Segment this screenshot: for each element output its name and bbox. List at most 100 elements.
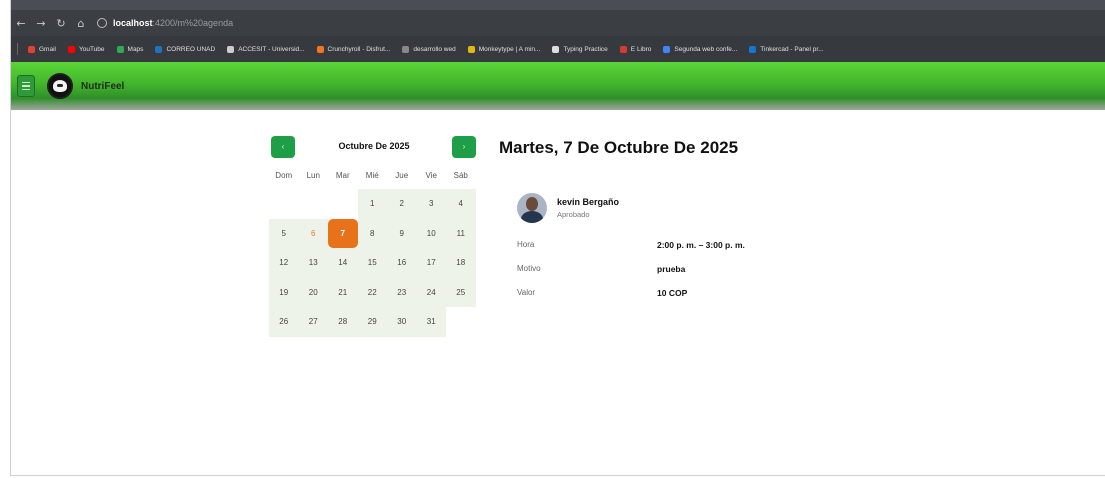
calendar-day[interactable]: 19 <box>269 277 299 307</box>
bookmark-item[interactable]: Segunda web confe... <box>663 45 738 53</box>
calendar-day[interactable]: 14 <box>328 248 358 278</box>
bookmark-label: YouTube <box>78 45 105 53</box>
bookmark-item[interactable]: Gmail <box>28 45 56 53</box>
weekday-label: Lun <box>306 171 320 180</box>
calendar-day[interactable]: 9 <box>387 218 417 248</box>
apps-icon[interactable] <box>17 43 18 55</box>
site-info-icon[interactable] <box>97 18 107 28</box>
month-title: Octubre De 2025 <box>338 141 410 151</box>
menu-button[interactable] <box>17 75 35 97</box>
back-icon[interactable]: ← <box>11 17 31 30</box>
weekday-label: Mié <box>365 171 379 180</box>
bookmark-favicon-icon <box>155 45 163 53</box>
motivo-row: Motivo prueba <box>517 264 685 274</box>
bookmark-favicon-icon <box>116 45 124 53</box>
prev-month-button[interactable]: ‹ <box>271 136 295 158</box>
bookmark-favicon-icon <box>619 45 627 53</box>
hora-label: Hora <box>517 240 535 249</box>
bookmark-favicon-icon <box>467 45 475 53</box>
bookmark-item[interactable]: Crunchyroll - Disfrut... <box>316 45 391 53</box>
appointment-card[interactable]: kevin Bergaño Aprobado <box>517 193 619 223</box>
bookmark-item[interactable]: ACCESIT - Universid... <box>227 45 305 53</box>
calendar-day[interactable]: 28 <box>328 307 358 337</box>
calendar-day[interactable]: 1 <box>357 189 387 219</box>
hora-row: Hora 2:00 p. m. – 3:00 p. m. <box>517 240 745 250</box>
bookmarks-bar: Gmail YouTube Maps CORREO UNAD ACCESIT - Uni… <box>11 36 1105 62</box>
calendar-day[interactable]: 30 <box>387 307 417 337</box>
bookmark-favicon-icon <box>28 45 35 53</box>
selected-date-title: Martes, 7 De Octubre De 2025 <box>499 138 739 157</box>
bookmark-favicon-icon <box>749 45 757 53</box>
selected-day[interactable]: 7 <box>328 218 358 248</box>
bookmark-label: Crunchyroll - Disfrut... <box>327 45 391 53</box>
calendar-day[interactable]: 22 <box>357 277 387 307</box>
address-field[interactable]: localhost :4200/m%20agenda <box>97 18 233 28</box>
bookmark-item[interactable]: Typing Practice <box>552 45 608 53</box>
calendar-day[interactable]: 12 <box>269 248 299 278</box>
calendar-day[interactable]: 2 <box>387 189 417 219</box>
bookmark-label: desarrollo wed <box>413 45 456 53</box>
bookmark-favicon-icon <box>67 45 75 53</box>
app-header: NutriFeel <box>11 62 1105 110</box>
bookmark-favicon-icon <box>227 45 235 53</box>
bookmark-label: CORREO UNAD <box>166 45 216 53</box>
weekday-label: Jue <box>395 171 409 180</box>
bookmark-item[interactable]: desarrollo wed <box>402 45 456 53</box>
calendar-day[interactable]: 21 <box>328 277 358 307</box>
url-path: :4200/m%20agenda <box>152 18 234 28</box>
calendar-day[interactable]: 23 <box>387 277 417 307</box>
calendar-day[interactable]: 29 <box>357 307 387 337</box>
bookmark-label: Tinkercad - Panel pr... <box>760 45 824 53</box>
bookmark-favicon-icon <box>552 45 560 53</box>
calendar-day[interactable]: 6 <box>298 218 328 248</box>
address-bar-row: ← → ↻ ⌂ localhost :4200/m%20agenda <box>11 10 1105 36</box>
bookmark-label: Segunda web confe... <box>674 45 738 53</box>
bookmark-favicon-icon <box>316 45 324 53</box>
calendar-day[interactable]: 10 <box>416 218 446 248</box>
bookmark-label: Maps <box>127 45 144 53</box>
calendar-day[interactable]: 31 <box>416 307 446 337</box>
bookmark-favicon-icon <box>402 45 410 53</box>
forward-icon[interactable]: → <box>31 17 51 30</box>
calendar-day[interactable]: 8 <box>357 218 387 248</box>
day-detail-panel: Martes, 7 De Octubre De 2025 kevin Berga… <box>499 138 999 298</box>
bookmark-label: ACCESIT - Universid... <box>238 45 305 53</box>
calendar-day[interactable]: 16 <box>387 248 417 278</box>
motivo-label: Motivo <box>517 264 541 273</box>
home-icon[interactable]: ⌂ <box>71 17 91 30</box>
bookmark-item[interactable]: Monkeytype | A min... <box>467 45 541 53</box>
calendar-day[interactable]: 25 <box>446 277 476 307</box>
tab-strip <box>11 0 1105 10</box>
bookmark-favicon-icon <box>663 45 671 53</box>
calendar-day[interactable]: 4 <box>446 189 476 219</box>
calendar-day[interactable]: 3 <box>416 189 446 219</box>
bookmark-label: Typing Practice <box>563 45 608 53</box>
calendar-day[interactable]: 15 <box>357 248 387 278</box>
reload-icon[interactable]: ↻ <box>51 17 71 30</box>
calendar-day[interactable]: 5 <box>269 218 299 248</box>
bookmark-label: Monkeytype | A min... <box>478 45 541 53</box>
calendar-day[interactable]: 27 <box>298 307 328 337</box>
next-month-button[interactable]: › <box>452 136 476 158</box>
bookmark-item[interactable]: Maps <box>116 45 144 53</box>
valor-label: Valor <box>517 288 536 297</box>
browser-window: ← → ↻ ⌂ localhost :4200/m%20agenda Gmail… <box>10 0 1105 476</box>
weekday-label: Vie <box>425 171 437 180</box>
calendar-day[interactable]: 20 <box>298 277 328 307</box>
calendar-day[interactable]: 17 <box>416 248 446 278</box>
bookmark-item[interactable]: Tinkercad - Panel pr... <box>749 45 824 53</box>
calendar-day[interactable]: 26 <box>269 307 299 337</box>
valor-value: 10 COP <box>657 288 688 298</box>
calendar-day[interactable]: 11 <box>446 218 476 248</box>
calendar-day[interactable]: 18 <box>446 248 476 278</box>
patient-name: kevin Bergaño <box>557 197 620 207</box>
weekday-header: Dom Lun Mar Mié Jue Vie Sáb <box>269 171 476 180</box>
calendar-day[interactable]: 13 <box>298 248 328 278</box>
bookmark-item[interactable]: CORREO UNAD <box>155 45 216 53</box>
bookmark-item[interactable]: YouTube <box>67 45 105 53</box>
bookmark-item[interactable]: E Libro <box>619 45 651 53</box>
weekday-label: Dom <box>275 171 293 180</box>
calendar-day[interactable]: 24 <box>416 277 446 307</box>
nutrifeel-logo <box>47 73 73 99</box>
url-host: localhost <box>113 18 153 28</box>
